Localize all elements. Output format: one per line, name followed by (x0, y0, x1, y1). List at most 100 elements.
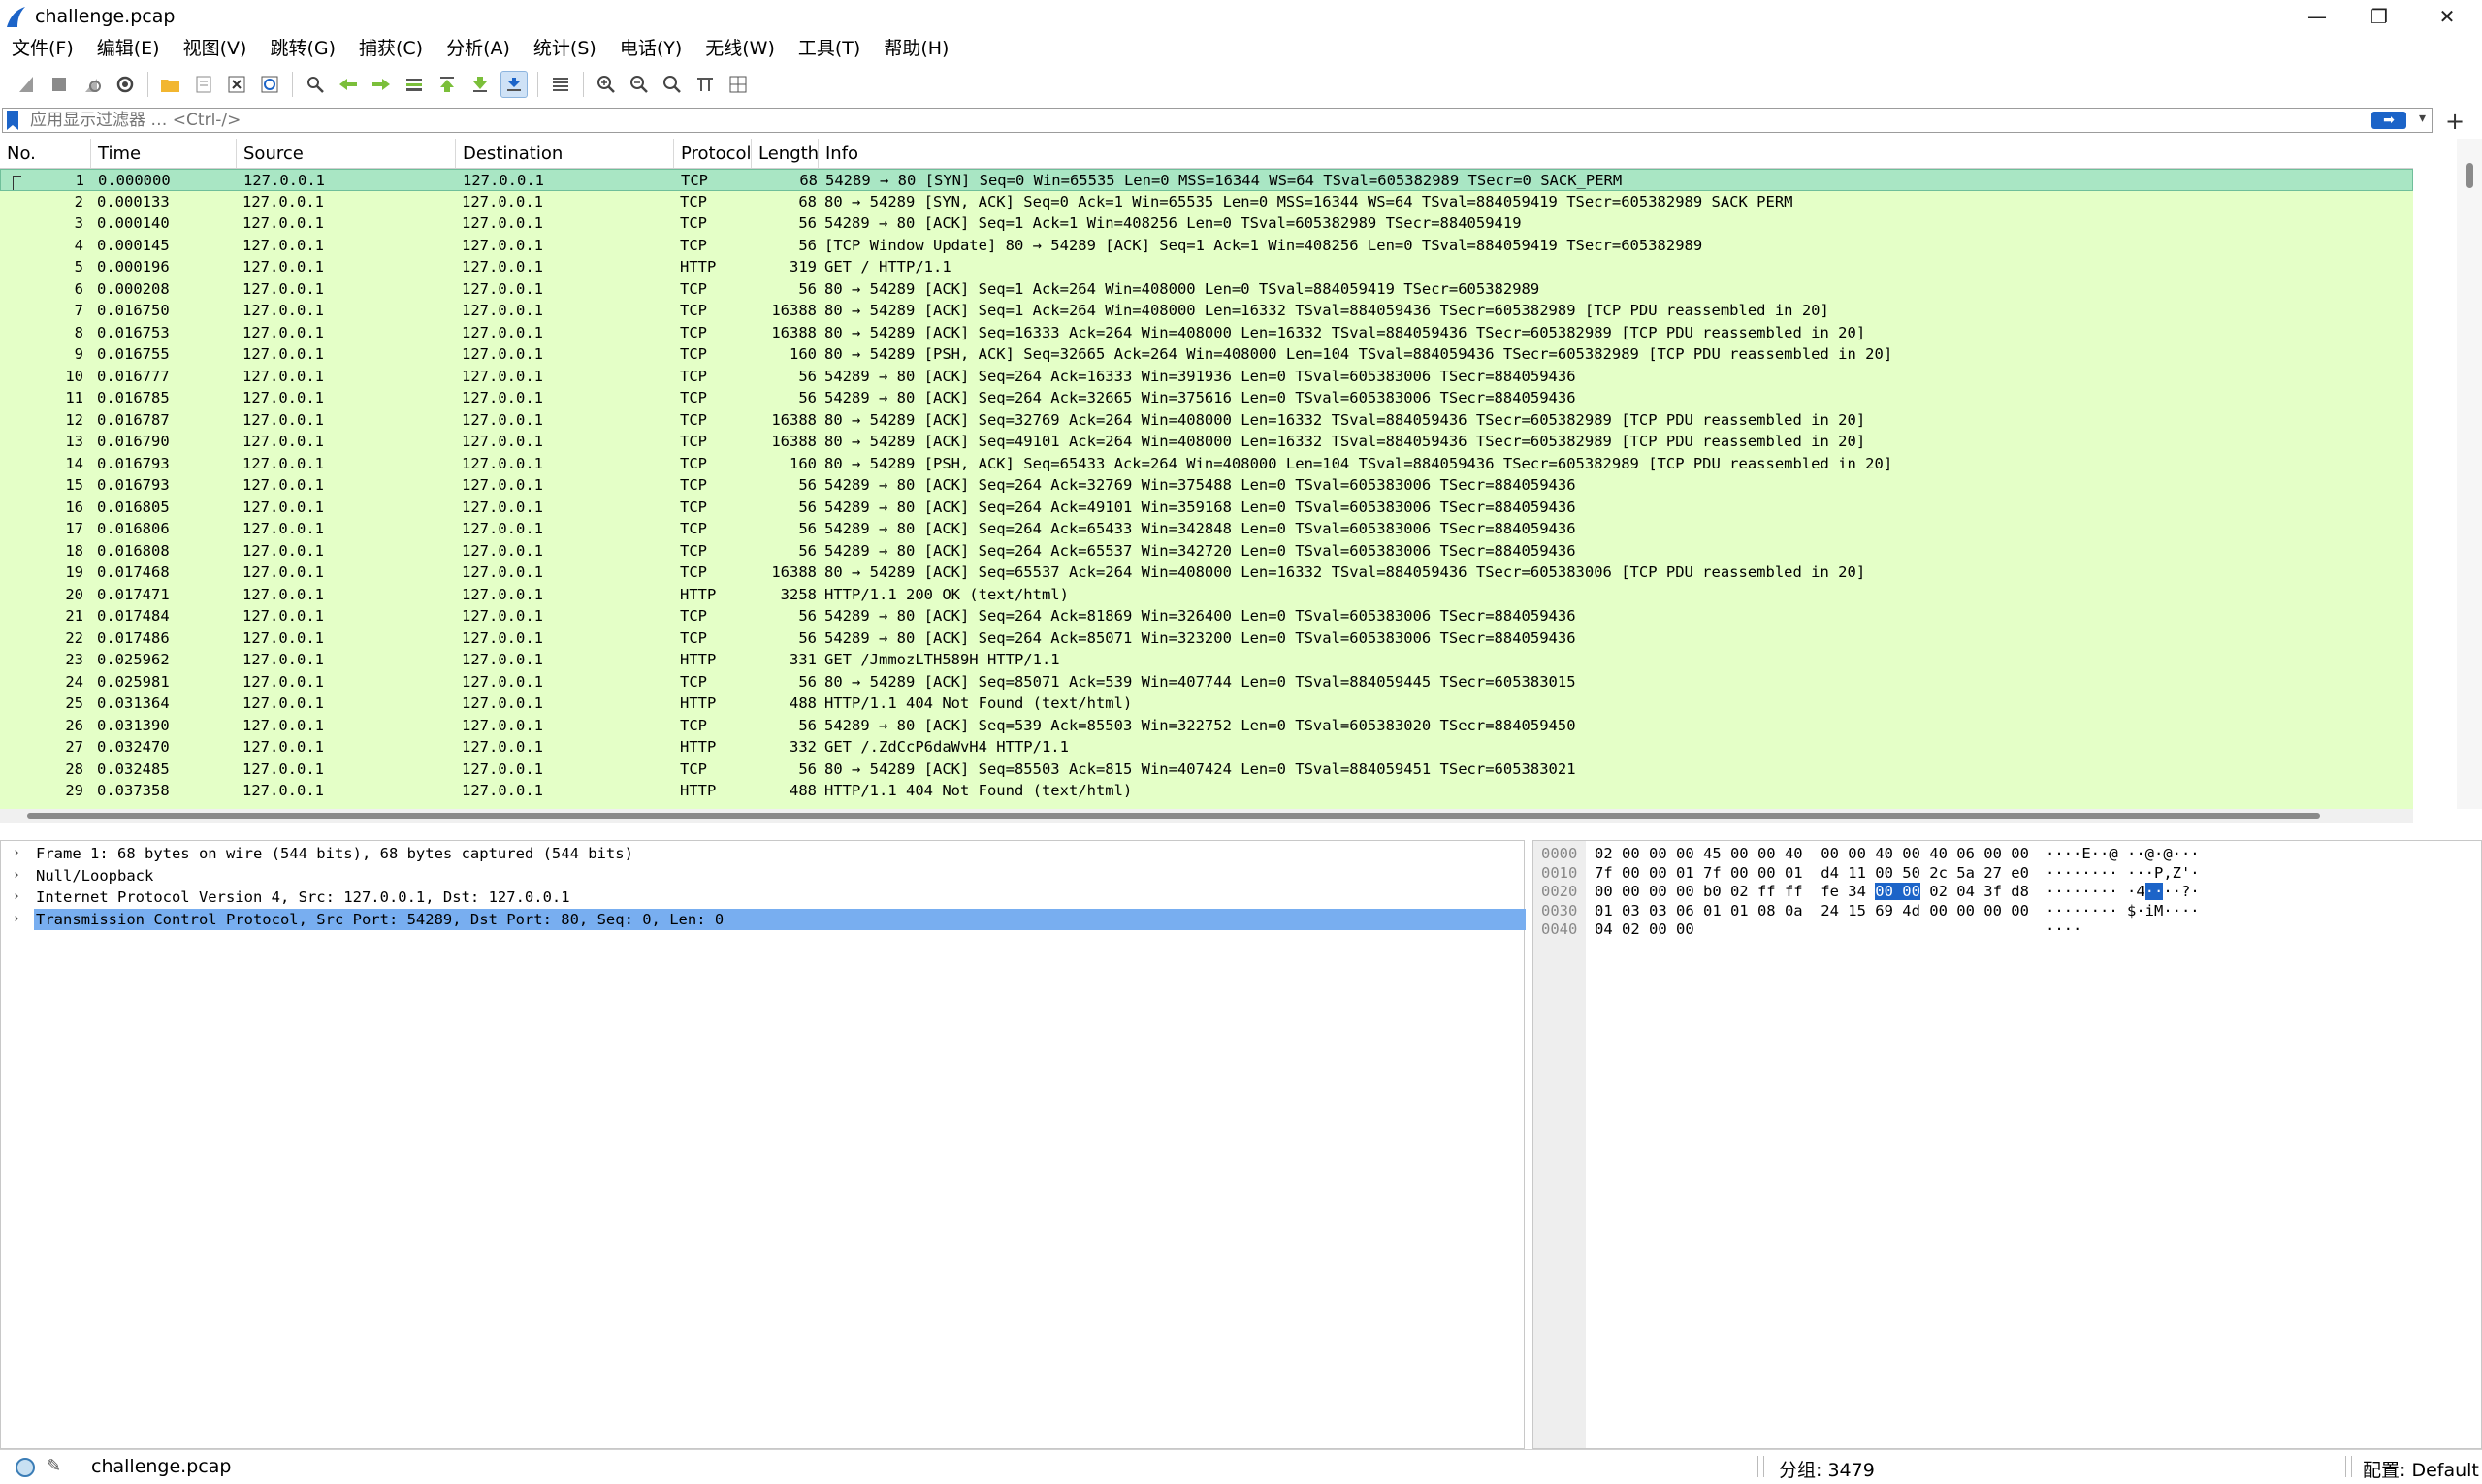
save-file-icon[interactable] (191, 72, 216, 97)
packet-row[interactable]: 15 0.016793 127.0.0.1 127.0.0.1 TCP 56 54289 →… (0, 474, 2413, 497)
menu-edit[interactable]: 编辑(E) (85, 33, 172, 64)
detail-null-loopback[interactable]: › Null/Loopback (1, 865, 1524, 887)
menu-tools[interactable]: 工具(T) (787, 33, 872, 64)
packet-row[interactable]: 21 0.017484 127.0.0.1 127.0.0.1 TCP 56 54289 →… (0, 605, 2413, 628)
filter-dropdown-icon[interactable]: ▾ (2419, 111, 2426, 126)
byte-ascii[interactable]: ········ ·4····?· (2046, 883, 2200, 902)
last-packet-icon[interactable] (467, 72, 493, 97)
packet-row[interactable]: 24 0.025981 127.0.0.1 127.0.0.1 TCP 56 80 → 54… (0, 670, 2413, 693)
normal-size-icon[interactable] (660, 72, 685, 97)
menu-go[interactable]: 跳转(G) (258, 33, 347, 64)
packet-row[interactable]: 17 0.016806 127.0.0.1 127.0.0.1 TCP 56 54289 →… (0, 518, 2413, 540)
zoom-out-icon[interactable] (627, 72, 652, 97)
packet-row[interactable]: 4 0.000145 127.0.0.1 127.0.0.1 TCP 56 [TCP Win… (0, 234, 2413, 256)
bookmark-icon[interactable] (7, 111, 18, 130)
minimize-button[interactable]: — (2283, 0, 2351, 33)
layout-icon[interactable] (725, 72, 751, 97)
packet-row[interactable]: 13 0.016790 127.0.0.1 127.0.0.1 TCP 16388 80 →… (0, 431, 2413, 453)
status-profile[interactable]: 配置: Default (2363, 1456, 2479, 1482)
packet-row[interactable]: 26 0.031390 127.0.0.1 127.0.0.1 TCP 56 54289 →… (0, 714, 2413, 736)
menu-file[interactable]: 文件(F) (0, 33, 85, 64)
close-file-icon[interactable] (224, 72, 249, 97)
menu-analyze[interactable]: 分析(A) (435, 33, 522, 64)
auto-scroll-icon[interactable] (500, 71, 528, 98)
byte-hex[interactable]: 00 00 00 00 b0 02 ff ff fe 34 00 00 02 0… (1595, 883, 2029, 902)
packet-row[interactable]: 8 0.016753 127.0.0.1 127.0.0.1 TCP 16388 80 → … (0, 321, 2413, 343)
expert-info-icon[interactable] (16, 1458, 35, 1477)
byte-ascii[interactable]: ····E··@ ··@·@··· (2046, 845, 2200, 864)
expand-icon[interactable]: › (13, 865, 20, 887)
menu-view[interactable]: 视图(V) (172, 33, 259, 64)
start-capture-icon[interactable] (14, 72, 39, 97)
menu-capture[interactable]: 捕获(C) (347, 33, 435, 64)
byte-ascii[interactable]: ···· (2046, 920, 2081, 940)
detail-tcp[interactable]: › Transmission Control Protocol, Src Port… (1, 908, 1526, 930)
packet-row[interactable]: 19 0.017468 127.0.0.1 127.0.0.1 TCP 16388 80 →… (0, 562, 2413, 584)
packet-row[interactable]: 5 0.000196 127.0.0.1 127.0.0.1 HTTP 319 GET / … (0, 256, 2413, 278)
zoom-in-icon[interactable] (594, 72, 619, 97)
open-file-icon[interactable] (158, 72, 183, 97)
close-button[interactable]: ✕ (2413, 0, 2481, 33)
expand-icon[interactable]: › (13, 909, 20, 930)
packet-row[interactable]: 29 0.037358 127.0.0.1 127.0.0.1 HTTP 488 HTTP/… (0, 780, 2413, 802)
col-protocol[interactable]: Protocol (674, 139, 752, 168)
scroll-thumb[interactable] (27, 813, 2320, 819)
col-info[interactable]: Info (819, 139, 2413, 168)
packet-row[interactable]: 11 0.016785 127.0.0.1 127.0.0.1 TCP 56 54289 →… (0, 387, 2413, 409)
stop-capture-icon[interactable] (47, 72, 72, 97)
menu-help[interactable]: 帮助(H) (872, 33, 960, 64)
packet-row[interactable]: 1 0.000000 127.0.0.1 127.0.0.1 TCP 68 54289 → … (0, 169, 2413, 191)
packet-row[interactable]: 9 0.016755 127.0.0.1 127.0.0.1 TCP 160 80 → 54… (0, 343, 2413, 366)
packet-row[interactable]: 14 0.016793 127.0.0.1 127.0.0.1 TCP 160 80 → 5… (0, 452, 2413, 474)
detail-ipv4[interactable]: › Internet Protocol Version 4, Src: 127.0… (1, 887, 1524, 908)
packet-row[interactable]: 25 0.031364 127.0.0.1 127.0.0.1 HTTP 488 HTTP/… (0, 693, 2413, 715)
display-filter-input[interactable] (28, 110, 2263, 131)
packet-list-vscroll[interactable] (2457, 139, 2482, 809)
byte-hex[interactable]: 01 03 03 06 01 01 08 0a 24 15 69 4d 00 0… (1595, 902, 2029, 921)
menu-statistics[interactable]: 统计(S) (522, 33, 608, 64)
col-destination[interactable]: Destination (456, 139, 674, 168)
packet-row[interactable]: 22 0.017486 127.0.0.1 127.0.0.1 TCP 56 54289 →… (0, 627, 2413, 649)
go-back-icon[interactable] (336, 72, 361, 97)
packet-row[interactable]: 27 0.032470 127.0.0.1 127.0.0.1 HTTP 332 GET /… (0, 736, 2413, 758)
packet-row[interactable]: 7 0.016750 127.0.0.1 127.0.0.1 TCP 16388 80 → … (0, 300, 2413, 322)
packet-row[interactable]: 23 0.025962 127.0.0.1 127.0.0.1 HTTP 331 GET /… (0, 649, 2413, 671)
detail-frame[interactable]: › Frame 1: 68 bytes on wire (544 bits), 6… (1, 843, 1524, 864)
packet-row[interactable]: 28 0.032485 127.0.0.1 127.0.0.1 TCP 56 80 → 54… (0, 758, 2413, 780)
menu-telephony[interactable]: 电话(Y) (608, 33, 693, 64)
packet-row[interactable]: 12 0.016787 127.0.0.1 127.0.0.1 TCP 16388 80 →… (0, 408, 2413, 431)
byte-ascii[interactable]: ········ $·iM···· (2046, 902, 2200, 921)
col-no[interactable]: No. (0, 139, 91, 168)
restore-button[interactable]: ❐ (2345, 0, 2413, 33)
packet-row-partial[interactable] (0, 801, 2413, 809)
col-length[interactable]: Length (752, 139, 819, 168)
first-packet-icon[interactable] (435, 72, 460, 97)
byte-hex[interactable]: 7f 00 00 01 7f 00 00 01 d4 11 00 50 2c 5… (1595, 864, 2029, 884)
packet-row[interactable]: 3 0.000140 127.0.0.1 127.0.0.1 TCP 56 54289 → … (0, 212, 2413, 235)
resize-columns-icon[interactable] (693, 72, 718, 97)
byte-hex[interactable]: 02 00 00 00 45 00 00 40 00 00 40 00 40 0… (1595, 845, 2029, 864)
packet-row[interactable]: 10 0.016777 127.0.0.1 127.0.0.1 TCP 56 54289 →… (0, 365, 2413, 387)
find-packet-icon[interactable] (303, 72, 328, 97)
packet-row[interactable]: 18 0.016808 127.0.0.1 127.0.0.1 TCP 56 54289 →… (0, 539, 2413, 562)
expand-icon[interactable]: › (13, 887, 20, 908)
edit-comment-icon[interactable]: ✎ (47, 1456, 61, 1476)
col-time[interactable]: Time (91, 139, 237, 168)
reload-file-icon[interactable] (257, 72, 282, 97)
add-filter-button[interactable]: + (2440, 108, 2469, 135)
packet-row[interactable]: 16 0.016805 127.0.0.1 127.0.0.1 TCP 56 54289 →… (0, 496, 2413, 518)
menu-wireless[interactable]: 无线(W) (693, 33, 787, 64)
byte-ascii[interactable]: ········ ···P,Z'· (2046, 864, 2200, 884)
expand-icon[interactable]: › (13, 843, 20, 864)
go-to-packet-icon[interactable] (402, 72, 427, 97)
packet-row[interactable]: 6 0.000208 127.0.0.1 127.0.0.1 TCP 56 80 → 542… (0, 277, 2413, 300)
go-forward-icon[interactable] (369, 72, 394, 97)
capture-options-icon[interactable] (113, 72, 138, 97)
colorize-icon[interactable] (548, 72, 573, 97)
restart-capture-icon[interactable] (80, 72, 105, 97)
byte-hex[interactable]: 04 02 00 00 (1595, 920, 1694, 940)
apply-filter-button[interactable]: ➡ (2371, 112, 2406, 129)
packet-list-hscroll[interactable] (0, 809, 2413, 823)
col-source[interactable]: Source (237, 139, 456, 168)
scroll-thumb[interactable] (2466, 163, 2473, 188)
